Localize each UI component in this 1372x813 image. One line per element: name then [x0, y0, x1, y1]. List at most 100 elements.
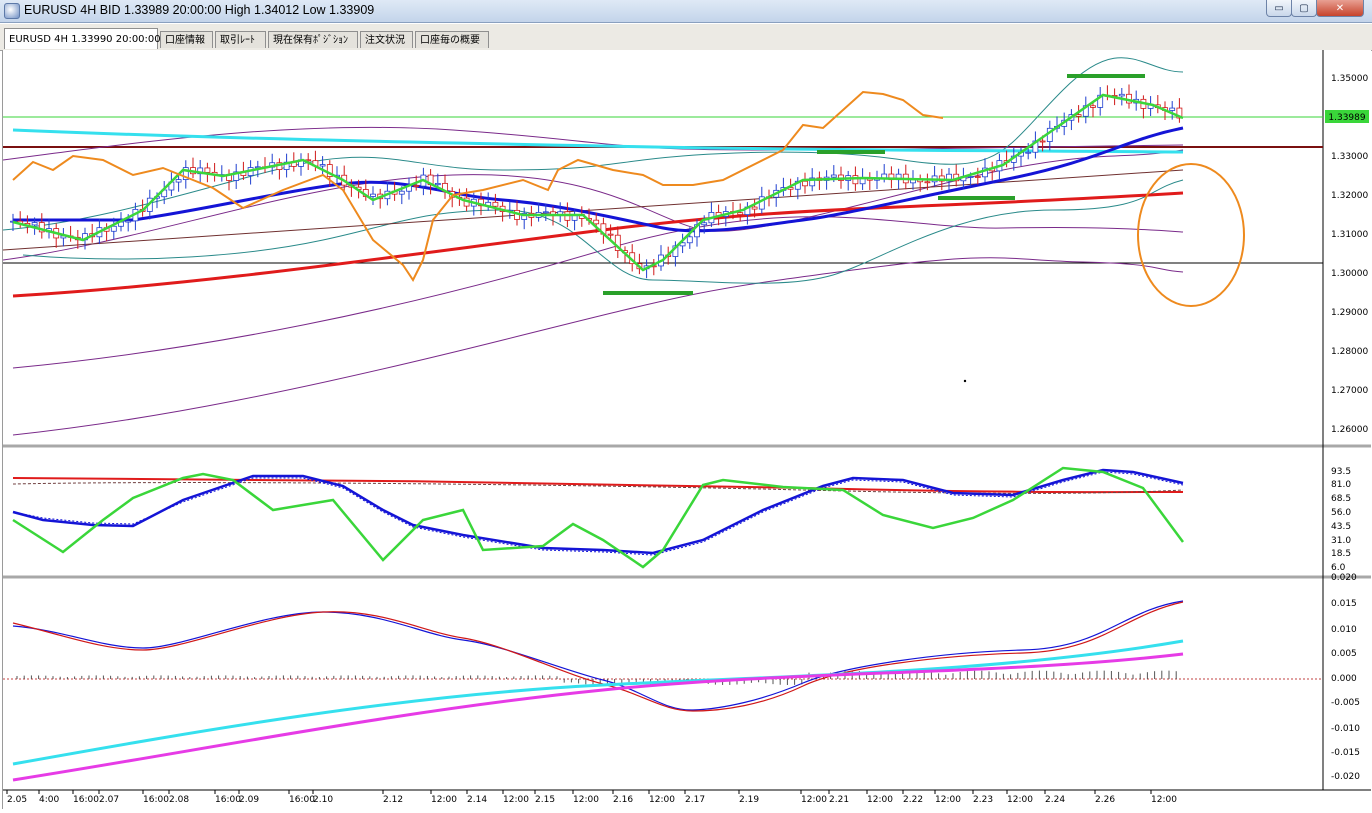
candle-body [737, 212, 744, 215]
candle-body [1075, 114, 1082, 117]
candle-body [1118, 93, 1125, 97]
bollinger-bands [2, 57, 1184, 436]
candle-body [413, 185, 420, 187]
candle-body [1025, 151, 1032, 154]
stray-dot [963, 379, 967, 383]
time-tick-label: 12:00 [867, 795, 893, 805]
price-tick-label: 1.30000 [1331, 269, 1368, 279]
svg-text:93.5: 93.5 [1331, 467, 1351, 477]
time-tick-label: 2.23 [973, 795, 993, 805]
time-tick-label: 2.09 [239, 795, 259, 805]
time-tick-label: 12:00 [935, 795, 961, 805]
time-tick-label: 12:00 [503, 795, 529, 805]
time-tick-label: 2.07 [99, 795, 119, 805]
chart-canvas[interactable]: 1.33989 1.35000 1.33000 1.32000 1.31000 … [2, 50, 1371, 809]
candle-body [175, 179, 182, 183]
tab-account-info[interactable]: 口座情報 [160, 31, 213, 48]
candle-body [1090, 105, 1096, 108]
time-tick-label: 12:00 [1007, 795, 1033, 805]
time-tick-label: 2.14 [467, 795, 487, 805]
time-tick-label: 16:00 [73, 795, 99, 805]
svg-text:-0.020: -0.020 [1331, 772, 1360, 782]
svg-text:0.000: 0.000 [1331, 674, 1357, 684]
price-tick-label: 1.35000 [1331, 74, 1368, 84]
time-tick-label: 16:00 [143, 795, 169, 805]
close-button[interactable]: ✕ [1316, 0, 1364, 17]
time-tick-label: 12:00 [1151, 795, 1177, 805]
time-tick-label: 12:00 [649, 795, 675, 805]
time-tick-label: 12:00 [801, 795, 827, 805]
tab-order-status[interactable]: 注文状況 [360, 31, 413, 48]
svg-text:0.020: 0.020 [1331, 573, 1357, 583]
time-tick-label: 2.19 [739, 795, 759, 805]
time-tick-label: 2.22 [903, 795, 923, 805]
candle-body [125, 220, 132, 223]
tab-eurusd-chart[interactable]: EURUSD 4H 1.33990 20:00:00 [4, 28, 161, 49]
svg-text:-0.010: -0.010 [1331, 724, 1360, 734]
svg-text:6.0: 6.0 [1331, 563, 1346, 573]
time-tick-label: 2.17 [685, 795, 705, 805]
tab-open-positions[interactable]: 現在保有ﾎﾟｼﾞｼｮﾝ [268, 31, 358, 48]
candle-body [31, 222, 38, 226]
candle-body [492, 201, 499, 207]
minimize-button[interactable]: ▭ [1266, 0, 1292, 17]
candle-body [701, 222, 708, 226]
candle-body [924, 181, 931, 184]
candle-body [967, 176, 974, 178]
svg-text:0.005: 0.005 [1331, 649, 1357, 659]
time-tick-label: 4:00 [39, 795, 59, 805]
candlestick-series [10, 84, 1183, 279]
window-title: EURUSD 4H BID 1.33989 20:00:00 High 1.34… [24, 3, 375, 17]
price-tick-label: 1.27000 [1331, 386, 1368, 396]
chart-window: 1.33989 1.35000 1.33000 1.32000 1.31000 … [2, 50, 1371, 809]
candle-body [852, 175, 859, 185]
annotation-ellipse [1137, 163, 1245, 307]
price-tick-label: 1.31000 [1331, 230, 1368, 240]
cyan-ma-line [12, 128, 1184, 154]
candle-body [398, 190, 405, 195]
time-tick-label: 2.26 [1095, 795, 1115, 805]
candle-body [110, 225, 117, 232]
stochastic-panel [12, 466, 1185, 569]
reference-lines [3, 116, 1323, 680]
time-axis: 2.05 4:00 16:00 2.07 16:00 2.08 16:002.09 16:00… [6, 790, 1177, 805]
time-tick-label: 2.08 [169, 795, 189, 805]
title-bar: EURUSD 4H BID 1.33989 20:00:00 High 1.34… [0, 0, 1372, 23]
svg-text:0.015: 0.015 [1331, 599, 1357, 609]
time-tick-label: 2.16 [613, 795, 633, 805]
time-tick-label: 12:00 [431, 795, 457, 805]
time-tick-label: 16:00 [289, 795, 315, 805]
candle-body [434, 182, 441, 186]
svg-text:-0.005: -0.005 [1331, 698, 1360, 708]
app-icon [4, 3, 20, 19]
time-tick-label: 16:00 [215, 795, 241, 805]
price-tick-label: 1.26000 [1331, 425, 1368, 435]
svg-text:-0.015: -0.015 [1331, 748, 1360, 758]
green-fast-line [12, 93, 1184, 272]
svg-text:31.0: 31.0 [1331, 536, 1351, 546]
price-tick-label: 1.33000 [1331, 152, 1368, 162]
macd-axis: 0.020 0.015 0.010 0.005 0.000 -0.005 -0.… [1331, 573, 1360, 782]
time-tick-label: 2.15 [535, 795, 555, 805]
candle-body [974, 176, 981, 178]
candle-body [802, 180, 808, 187]
candle-body [686, 236, 693, 244]
tab-account-summary[interactable]: 口座毎の概要 [415, 31, 489, 48]
svg-text:68.5: 68.5 [1331, 494, 1351, 504]
chart-tabs: EURUSD 4H 1.33990 20:00:00 口座情報 取引ﾚｰﾄ 現在… [0, 24, 1372, 51]
tab-trade-rates[interactable]: 取引ﾚｰﾄ [215, 31, 266, 48]
candle-body [204, 167, 211, 173]
candle-body [1039, 140, 1046, 143]
maximize-button[interactable]: ▢ [1291, 0, 1317, 17]
candle-body [607, 233, 614, 236]
time-tick-label: 2.10 [313, 795, 333, 805]
candle-body [751, 206, 758, 210]
time-tick-label: 12:00 [573, 795, 599, 805]
svg-text:43.5: 43.5 [1331, 522, 1351, 532]
price-tick-label: 1.32000 [1331, 191, 1368, 201]
svg-text:18.5: 18.5 [1331, 549, 1351, 559]
price-axis: 1.35000 1.33000 1.32000 1.31000 1.30000 … [1331, 74, 1368, 435]
time-tick-label: 2.24 [1045, 795, 1065, 805]
candle-body [542, 211, 549, 214]
candle-body [830, 174, 837, 178]
